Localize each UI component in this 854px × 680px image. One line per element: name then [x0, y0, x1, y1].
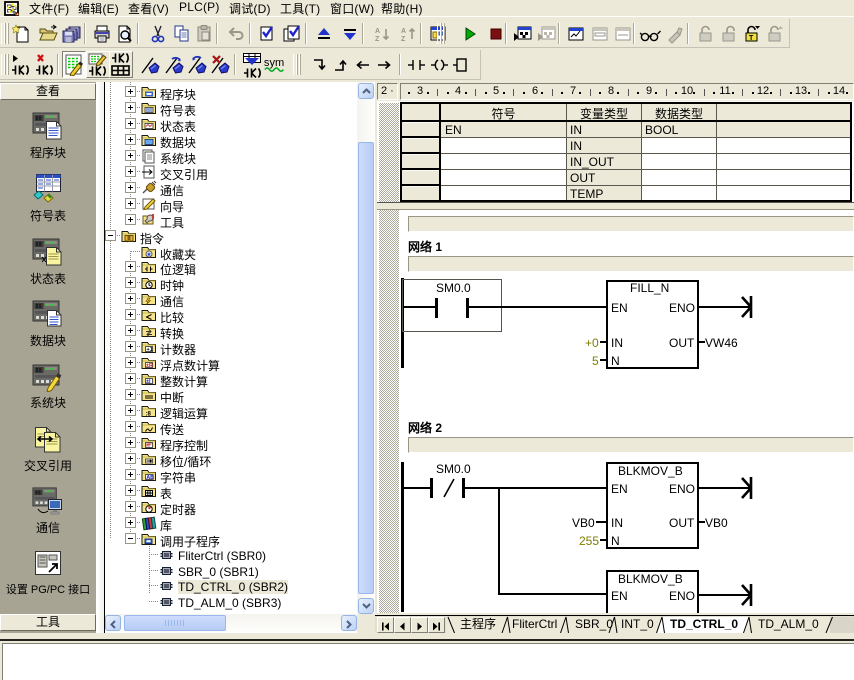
svg-text:AB: AB — [146, 475, 154, 481]
svg-text::8: :8 — [146, 412, 152, 418]
svg-text:Z: Z — [375, 36, 380, 43]
svg-text:Z: Z — [401, 36, 406, 43]
svg-text:+1: +1 — [147, 347, 153, 353]
svg-text:A: A — [375, 28, 380, 35]
svg-text:±I: ±I — [146, 379, 151, 385]
svg-text:±R: ±R — [146, 363, 153, 369]
svg-text:T: T — [749, 35, 754, 42]
svg-text:sym: sym — [264, 56, 284, 68]
svg-text:A: A — [401, 28, 406, 35]
